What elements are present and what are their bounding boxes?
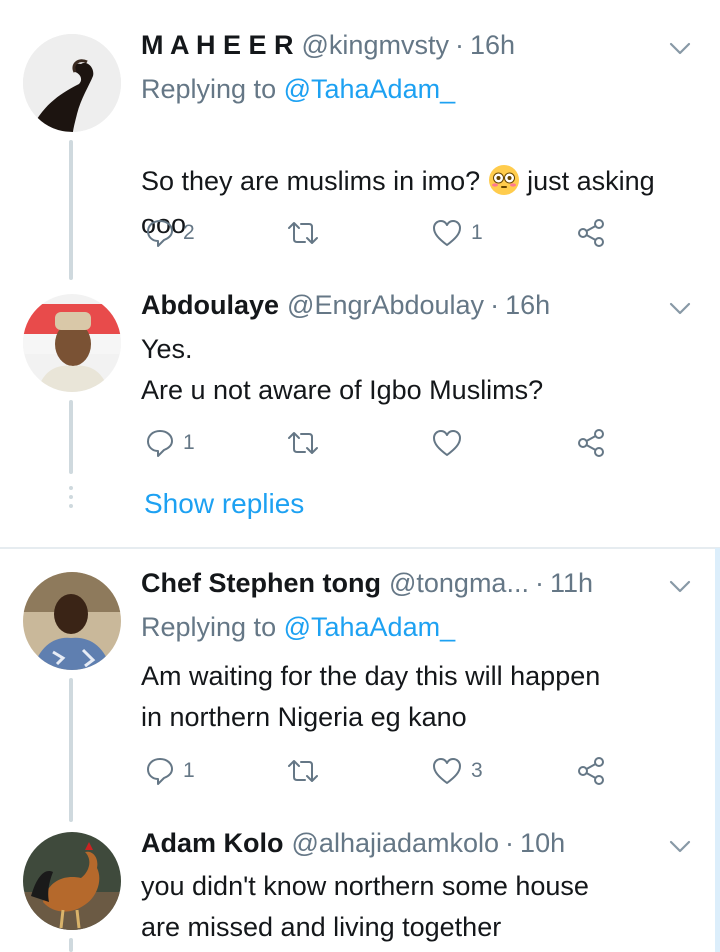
tweet-text-part-1: So they are muslims in imo? [141, 166, 488, 196]
thread-more-dots [68, 486, 74, 516]
avatar[interactable] [23, 34, 121, 132]
reply-icon [147, 758, 173, 785]
share-icon [578, 219, 604, 247]
reply-icon [147, 430, 173, 457]
share-action[interactable] [575, 428, 607, 458]
avatar-photo [23, 572, 121, 670]
retweet-icon [288, 432, 318, 454]
divider [0, 547, 720, 549]
avatar[interactable] [23, 832, 121, 930]
replying-to-link[interactable]: @TahaAdam_ [284, 74, 456, 104]
tweet-header: M A H E E R @kingmvsty · 16h [141, 30, 660, 70]
tweet-text: Am waiting for the day this will happen … [141, 661, 601, 732]
chevron-down-icon[interactable] [666, 572, 694, 600]
handle[interactable]: @alhajiadamkolo [292, 828, 500, 859]
replying-to-link[interactable]: @TahaAdam_ [284, 612, 456, 642]
display-name[interactable]: Adam Kolo [141, 828, 284, 859]
like-count: 3 [471, 759, 483, 782]
tweet-header: Chef Stephen tong @tongma... · 11h [141, 568, 660, 608]
chevron-down-icon[interactable] [666, 294, 694, 322]
like-action[interactable]: 3 [431, 756, 483, 786]
handle[interactable]: @kingmvsty [302, 30, 449, 61]
avatar-rooster-image [23, 832, 121, 930]
avatar[interactable] [23, 572, 121, 670]
separator-dot: · [454, 30, 464, 60]
reply-action[interactable]: 1 [145, 428, 195, 458]
replying-to: Replying to @TahaAdam_ [141, 612, 455, 643]
scroll-indicator [715, 548, 720, 952]
thread-connector [69, 400, 73, 474]
share-icon [578, 757, 604, 785]
flushed-face-emoji-icon [488, 165, 519, 195]
thread-connector [69, 140, 73, 280]
heart-icon [433, 220, 461, 246]
retweet-icon [288, 222, 318, 244]
separator-dot: · [534, 568, 544, 598]
like-action[interactable] [431, 428, 463, 458]
retweet-icon [288, 760, 318, 782]
like-action[interactable]: 1 [431, 218, 483, 248]
share-action[interactable] [575, 756, 607, 786]
reply-count: 1 [183, 431, 195, 454]
replying-to-prefix: Replying to [141, 74, 284, 104]
replying-to: Replying to @TahaAdam_ [141, 74, 455, 105]
reply-count: 1 [183, 759, 195, 782]
thread-connector [69, 938, 73, 952]
like-count: 1 [471, 221, 483, 244]
share-action[interactable] [575, 218, 607, 248]
thread-connector [69, 678, 73, 822]
handle[interactable]: @EngrAbdoulay [287, 290, 484, 321]
tweet-actions: 2 1 [141, 218, 621, 254]
tweet-header: Abdoulaye @EngrAbdoulay · 16h [141, 290, 660, 330]
reply-action[interactable]: 1 [145, 756, 195, 786]
heart-icon [433, 430, 461, 456]
tweet-text: you didn't know northern some house are … [141, 871, 589, 942]
timestamp[interactable]: 10h [520, 828, 565, 859]
avatar[interactable] [23, 294, 121, 392]
replying-to-prefix: Replying to [141, 612, 284, 642]
display-name[interactable]: M A H E E R [141, 30, 294, 61]
tweet-header: Adam Kolo @alhajiadamkolo · 10h [141, 828, 660, 868]
chevron-down-icon[interactable] [666, 34, 694, 62]
share-icon [578, 429, 604, 457]
reply-count: 2 [183, 221, 195, 244]
timestamp[interactable]: 16h [505, 290, 550, 321]
chevron-down-icon[interactable] [666, 832, 694, 860]
separator-dot: · [490, 290, 500, 320]
retweet-action[interactable] [286, 428, 320, 458]
retweet-action[interactable] [286, 756, 320, 786]
display-name[interactable]: Abdoulaye [141, 290, 279, 321]
separator-dot: · [505, 828, 515, 858]
timestamp[interactable]: 11h [550, 568, 593, 599]
show-replies-link[interactable]: Show replies [144, 488, 304, 520]
tweet-actions: 1 [141, 428, 621, 464]
handle[interactable]: @tongma... [389, 568, 529, 599]
tweet-text: Yes. Are u not aware of Igbo Muslims? [141, 334, 544, 405]
tweet-actions: 1 3 [141, 756, 621, 792]
avatar-photo [23, 294, 121, 392]
reply-action[interactable]: 2 [145, 218, 195, 248]
heart-icon [433, 758, 461, 784]
retweet-action[interactable] [286, 218, 320, 248]
reply-icon [147, 220, 173, 247]
timestamp[interactable]: 16h [470, 30, 515, 61]
display-name[interactable]: Chef Stephen tong [141, 568, 381, 599]
avatar-bird-image [23, 34, 121, 132]
